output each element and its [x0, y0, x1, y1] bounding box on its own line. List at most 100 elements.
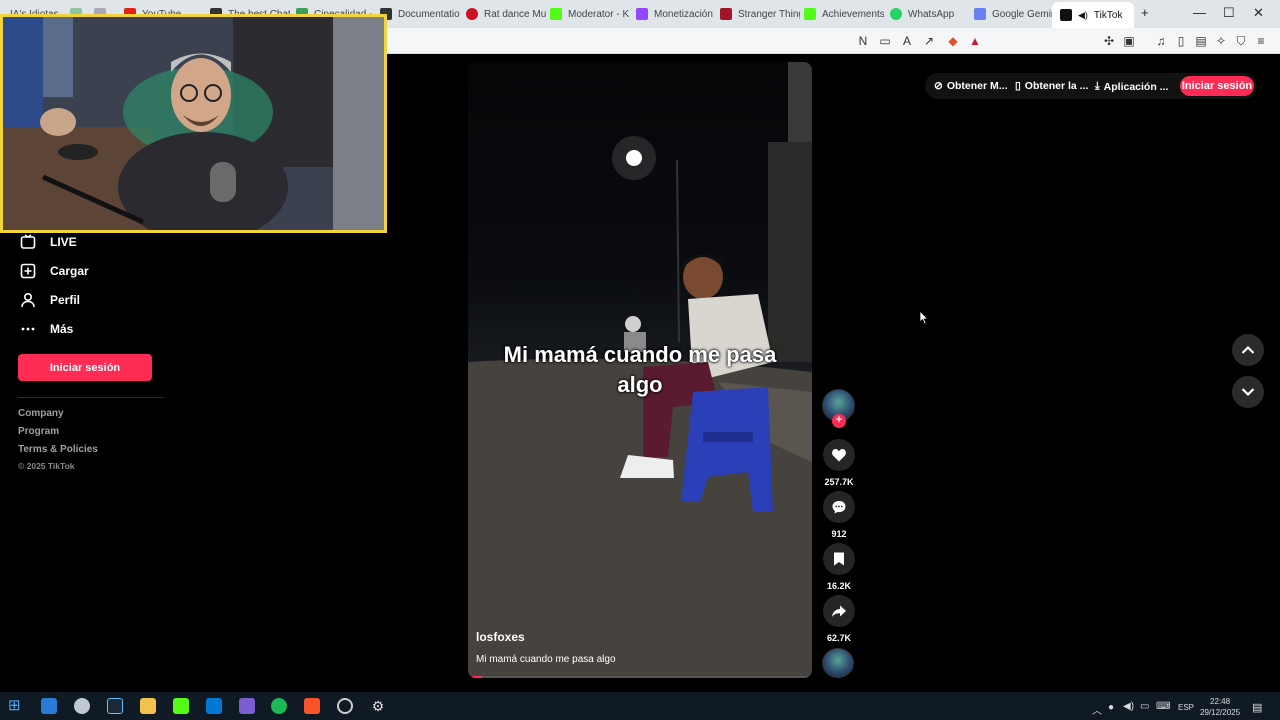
- tab-label: WhatsApp: [908, 8, 955, 20]
- tab-label: Rat dance Mu: [484, 8, 546, 20]
- puzzle-icon[interactable]: ✣: [1102, 34, 1116, 48]
- share-arrow-icon: [832, 605, 846, 617]
- steam-icon[interactable]: [107, 698, 123, 714]
- mouse-cursor: [919, 310, 929, 325]
- sidebar-icon[interactable]: ▯: [1174, 34, 1188, 48]
- tab-stranger-things[interactable]: Stranger Thing: [720, 4, 800, 24]
- kick-app-icon[interactable]: [173, 698, 189, 714]
- windows-start-icon[interactable]: ⊞: [8, 698, 24, 714]
- network-icon[interactable]: ▭: [1140, 701, 1149, 712]
- tab-label: TikTok: [1093, 9, 1123, 21]
- desktop-app-icon[interactable]: [41, 698, 57, 714]
- tiktok-icon: [1060, 9, 1072, 21]
- desktop-app-label: Aplicación ...: [1103, 80, 1169, 93]
- divider: [18, 397, 164, 398]
- webcam-feed-image: [3, 17, 384, 230]
- tab-rat-dance[interactable]: Rat dance Mu: [466, 4, 546, 24]
- translate-icon[interactable]: A: [900, 34, 914, 48]
- heart-icon: [832, 449, 846, 462]
- get-app-button[interactable]: ▯ Obtener la ...: [1015, 80, 1088, 92]
- tab-label: Moderator - K: [568, 8, 630, 20]
- tab-whatsapp[interactable]: WhatsApp: [890, 4, 970, 24]
- header-login-button[interactable]: Iniciar sesión: [1180, 76, 1254, 96]
- screenshot-icon[interactable]: ▣: [1122, 34, 1136, 48]
- save-button[interactable]: [823, 543, 855, 575]
- obs-icon[interactable]: [337, 698, 353, 714]
- language-indicator[interactable]: ESP: [1178, 703, 1194, 712]
- tab-label: Monetización: [654, 8, 713, 20]
- cast-icon[interactable]: ▭: [878, 34, 892, 48]
- comment-icon: [832, 501, 846, 514]
- microphone-icon[interactable]: ●: [1108, 702, 1114, 713]
- sound-disc-icon[interactable]: [822, 648, 854, 678]
- taskbar-app-icon[interactable]: [74, 698, 90, 714]
- taskbar: [0, 692, 1280, 720]
- clock-time[interactable]: 22:48: [1210, 697, 1230, 706]
- footer-link-program[interactable]: Program: [18, 426, 59, 437]
- desktop-app-button[interactable]: ⤓ Aplicación ...: [1095, 80, 1168, 93]
- footer-link-terms[interactable]: Terms & Policies: [18, 444, 98, 455]
- share-icon[interactable]: ↗: [922, 34, 936, 48]
- minimize-button[interactable]: —: [1193, 5, 1206, 20]
- brave-rewards-icon[interactable]: ▲: [968, 34, 982, 48]
- nav-item-live[interactable]: LIVE: [20, 234, 77, 250]
- notification-icon[interactable]: ▤: [1252, 701, 1262, 714]
- settings-gear-icon[interactable]: ⚙: [370, 698, 386, 714]
- file-explorer-icon[interactable]: [140, 698, 156, 714]
- get-coins-button[interactable]: ⊘ Obtener M...: [934, 80, 1008, 92]
- gemini-icon: [974, 8, 986, 20]
- get-app-label: Obtener la ...: [1024, 80, 1089, 92]
- vscode-icon[interactable]: [206, 698, 222, 714]
- maximize-button[interactable]: ☐: [1223, 5, 1235, 21]
- tab-gemini[interactable]: Google Gemin: [974, 4, 1054, 24]
- kick-icon: [804, 8, 816, 20]
- phone-icon: ▯: [1015, 80, 1021, 92]
- nav-item-perfil[interactable]: Perfil: [20, 292, 80, 308]
- menu-icon[interactable]: ≡: [1254, 34, 1268, 48]
- extension-icon[interactable]: N: [856, 34, 870, 48]
- nav-item-cargar[interactable]: Cargar: [20, 263, 89, 279]
- vpn-icon[interactable]: ⛉: [1234, 34, 1248, 48]
- video-player[interactable]: Mi mamá cuando me pasa algo losfoxes Mi …: [468, 62, 812, 678]
- video-caption-overlay: Mi mamá cuando me pasa algo: [503, 342, 777, 397]
- tab-monetizacion[interactable]: Monetización: [636, 4, 716, 24]
- media-icon[interactable]: ♫: [1154, 34, 1168, 48]
- close-window-button[interactable]: ✕: [1253, 5, 1264, 21]
- brave-shields-icon[interactable]: ◆: [946, 34, 960, 48]
- tab-moderator[interactable]: Moderator - K: [550, 4, 630, 24]
- spotify-icon[interactable]: [271, 698, 287, 714]
- coin-icon: ⊘: [934, 80, 943, 92]
- like-count: 257.7K: [824, 477, 854, 487]
- tab-favicon: [466, 8, 478, 20]
- footer-link-company[interactable]: Company: [18, 408, 64, 419]
- like-button[interactable]: [823, 439, 855, 471]
- kick-icon: [550, 8, 562, 20]
- next-video-button[interactable]: [1232, 376, 1264, 408]
- previous-video-button[interactable]: [1232, 334, 1264, 366]
- nav-item-mas[interactable]: Más: [20, 321, 73, 337]
- comment-button[interactable]: [823, 491, 855, 523]
- video-description: Mi mamá cuando me pasa algo: [476, 654, 616, 665]
- nav-label: Cargar: [50, 264, 89, 278]
- tab-tiktok[interactable]: ◀) TikTok ✕: [1052, 2, 1134, 28]
- follow-button[interactable]: +: [832, 414, 846, 428]
- volume-icon[interactable]: ◀): [1123, 701, 1134, 712]
- tray-chevron-icon[interactable]: ︿: [1092, 702, 1102, 717]
- brave-browser-icon[interactable]: [304, 698, 320, 714]
- share-button[interactable]: [823, 595, 855, 627]
- nav-label: Perfil: [50, 293, 81, 307]
- video-progress-bar[interactable]: [468, 676, 812, 678]
- new-tab-button[interactable]: +: [1141, 5, 1149, 20]
- discord-icon[interactable]: [239, 698, 255, 714]
- login-button[interactable]: Iniciar sesión: [18, 354, 152, 381]
- leo-ai-icon[interactable]: ✧: [1214, 34, 1228, 48]
- tab-label: Stranger Thing: [738, 8, 800, 20]
- video-author[interactable]: losfoxes: [476, 630, 525, 644]
- webcam-overlay: [0, 14, 387, 233]
- chevron-up-icon: [1241, 345, 1255, 354]
- tab-achievements[interactable]: Achievements: [804, 4, 884, 24]
- clock-date[interactable]: 29/12/2025: [1200, 708, 1240, 717]
- keyboard-icon[interactable]: ⌨: [1156, 701, 1170, 712]
- wallet-icon[interactable]: ▤: [1194, 34, 1208, 48]
- tab-documentation[interactable]: Documentatio: [380, 4, 460, 24]
